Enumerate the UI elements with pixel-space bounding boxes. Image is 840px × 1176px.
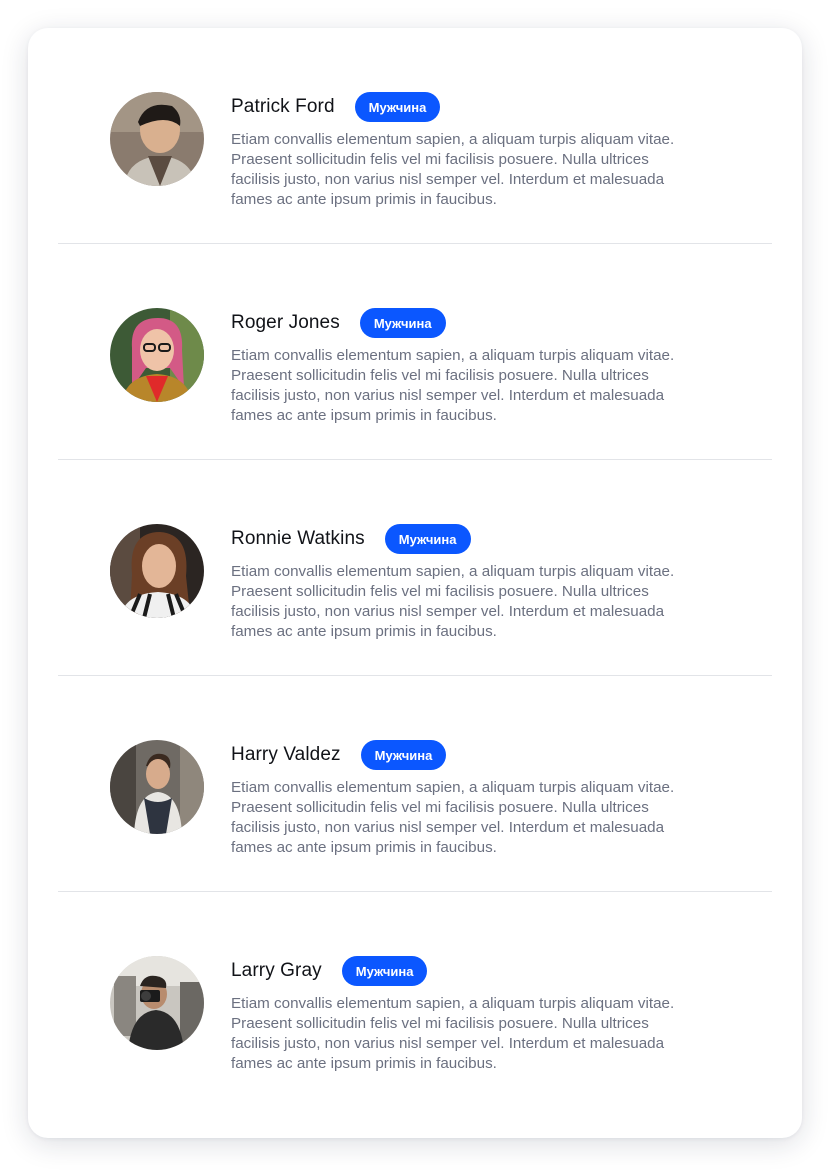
person-description: Etiam convallis elementum sapien, a aliq… <box>231 563 675 640</box>
person-name: Larry Gray <box>231 960 322 981</box>
avatar <box>110 92 204 186</box>
avatar <box>110 524 204 618</box>
person-name: Harry Valdez <box>231 744 341 765</box>
gender-badge: Мужчина <box>384 524 471 554</box>
person-description: Etiam convallis elementum sapien, a aliq… <box>231 779 675 856</box>
gender-badge: Мужчина <box>354 92 441 122</box>
gender-badge: Мужчина <box>341 956 428 986</box>
person-name: Roger Jones <box>231 312 340 333</box>
gender-badge: Мужчина <box>360 740 447 770</box>
gender-badge: Мужчина <box>359 308 446 338</box>
person-name: Patrick Ford <box>231 96 335 117</box>
person-description: Etiam convallis elementum sapien, a aliq… <box>231 995 675 1072</box>
person-name: Ronnie Watkins <box>231 528 365 549</box>
list-item: Larry Gray Мужчина Etiam convallis eleme… <box>58 892 772 1108</box>
list-item: Ronnie Watkins Мужчина Etiam convallis e… <box>58 460 772 676</box>
person-description: Etiam convallis elementum sapien, a aliq… <box>231 347 675 424</box>
avatar <box>110 956 204 1050</box>
list-item: Harry Valdez Мужчина Etiam convallis ele… <box>58 676 772 892</box>
person-description: Etiam convallis elementum sapien, a aliq… <box>231 131 675 208</box>
list-item: Roger Jones Мужчина Etiam convallis elem… <box>58 244 772 460</box>
list-item: Patrick Ford Мужчина Etiam convallis ele… <box>58 28 772 244</box>
people-list-card: Patrick Ford Мужчина Etiam convallis ele… <box>28 28 802 1138</box>
avatar <box>110 740 204 834</box>
avatar <box>110 308 204 402</box>
